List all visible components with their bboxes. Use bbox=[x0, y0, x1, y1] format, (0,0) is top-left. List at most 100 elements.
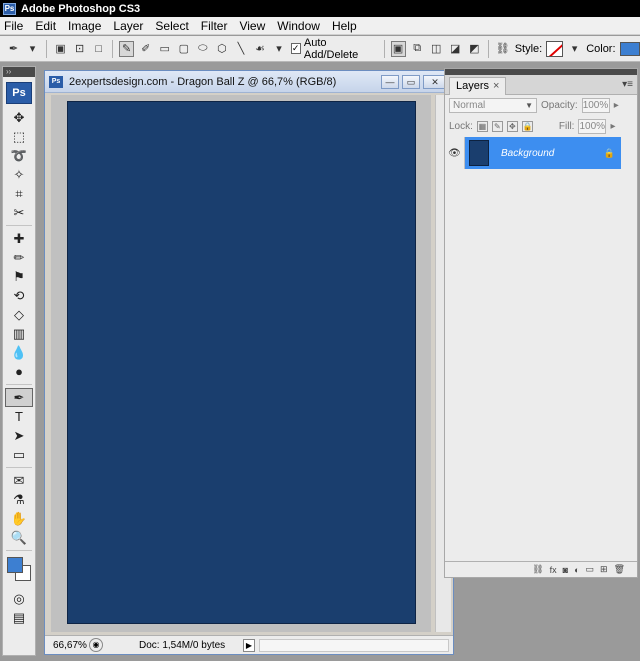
path-new-area-icon[interactable]: ▣ bbox=[390, 40, 406, 57]
chevron-down-icon[interactable]: ▾ bbox=[271, 41, 286, 57]
auto-add-delete-checkbox[interactable]: ✓ bbox=[290, 43, 301, 54]
blur-tool-icon[interactable]: 💧 bbox=[5, 343, 33, 362]
panel-menu-icon[interactable]: ▾≡ bbox=[622, 79, 633, 90]
custom-shape-icon[interactable]: ☙ bbox=[252, 41, 267, 57]
lock-label: Lock: bbox=[449, 121, 473, 132]
type-tool-icon[interactable]: T bbox=[5, 407, 33, 426]
magic-wand-tool-icon[interactable]: ✧ bbox=[5, 165, 33, 184]
blend-row: Normal ▼ Opacity: 100% ▸ bbox=[445, 95, 637, 116]
new-group-icon[interactable]: ▭ bbox=[586, 564, 595, 575]
slice-tool-icon[interactable]: ✂ bbox=[5, 203, 33, 222]
add-mask-icon[interactable]: ◙ bbox=[563, 565, 568, 575]
layer-row-background[interactable]: 👁 Background 🔒 bbox=[445, 137, 621, 169]
menu-file[interactable]: File bbox=[4, 19, 23, 33]
path-subtract-icon[interactable]: ◫ bbox=[429, 41, 444, 57]
path-exclude-icon[interactable]: ◩ bbox=[467, 41, 482, 57]
eraser-tool-icon[interactable]: ◇ bbox=[5, 305, 33, 324]
new-layer-icon[interactable]: ⊞ bbox=[600, 564, 608, 575]
menu-layer[interactable]: Layer bbox=[113, 19, 143, 33]
status-menu-arrow-icon[interactable]: ▶ bbox=[243, 638, 255, 652]
pen-tool-preset-icon[interactable]: ✒ bbox=[6, 41, 21, 57]
hand-tool-icon[interactable]: ✋ bbox=[5, 509, 33, 528]
chevron-right-icon[interactable]: ▸ bbox=[614, 100, 619, 111]
chevron-down-icon: ▼ bbox=[525, 101, 533, 110]
gradient-tool-icon[interactable]: ▥ bbox=[5, 324, 33, 343]
menu-help[interactable]: Help bbox=[332, 19, 357, 33]
notes-tool-icon[interactable]: ✉ bbox=[5, 471, 33, 490]
chevron-right-icon[interactable]: ▸ bbox=[610, 121, 615, 132]
freeform-pen-icon[interactable]: ✐ bbox=[138, 41, 153, 57]
history-brush-tool-icon[interactable]: ⟲ bbox=[5, 286, 33, 305]
ellipse-icon[interactable]: ⬭ bbox=[195, 41, 210, 57]
marquee-tool-icon[interactable]: ⬚ bbox=[5, 127, 33, 146]
color-swatches[interactable] bbox=[5, 555, 33, 585]
path-selection-tool-icon[interactable]: ➤ bbox=[5, 426, 33, 445]
eyedropper-tool-icon[interactable]: ⚗ bbox=[5, 490, 33, 509]
opacity-field[interactable]: 100% bbox=[581, 98, 610, 113]
rectangle-tool-icon[interactable]: ▭ bbox=[5, 445, 33, 464]
separator bbox=[6, 225, 32, 226]
clone-stamp-tool-icon[interactable]: ⚑ bbox=[5, 267, 33, 286]
trash-icon[interactable]: 🗑 bbox=[614, 564, 625, 575]
healing-brush-tool-icon[interactable]: ✚ bbox=[5, 229, 33, 248]
chevron-down-icon[interactable]: ▾ bbox=[25, 41, 40, 57]
style-swatch[interactable] bbox=[546, 40, 564, 57]
lock-image-icon[interactable]: ✎ bbox=[491, 121, 503, 132]
link-layers-icon[interactable]: ⛓ bbox=[532, 564, 543, 575]
brush-tool-icon[interactable]: ✏ bbox=[5, 248, 33, 267]
pen-tool-icon[interactable]: ✒ bbox=[5, 388, 33, 407]
zoom-level[interactable]: 66,67% bbox=[45, 640, 87, 651]
minimize-button[interactable]: — bbox=[381, 75, 399, 89]
fill-field[interactable]: 100% bbox=[578, 119, 607, 134]
shape-layers-icon[interactable]: ▣ bbox=[53, 41, 68, 57]
move-tool-icon[interactable]: ✥ bbox=[5, 108, 33, 127]
line-icon[interactable]: ╲ bbox=[233, 41, 248, 57]
layers-panel-footer: ⛓ fx ◙ ◐ ▭ ⊞ 🗑 bbox=[445, 561, 637, 577]
foreground-color-swatch[interactable] bbox=[7, 557, 23, 573]
status-info-icon[interactable]: ◉ bbox=[89, 638, 103, 652]
layer-name[interactable]: Background bbox=[501, 148, 604, 159]
layer-thumbnail bbox=[469, 140, 489, 166]
pen-tool-icon[interactable]: ✎ bbox=[119, 40, 135, 57]
lock-position-icon[interactable]: ✥ bbox=[506, 121, 518, 132]
path-add-icon[interactable]: ⧉ bbox=[410, 41, 425, 57]
close-tab-icon[interactable]: × bbox=[493, 80, 499, 92]
layer-style-icon[interactable]: fx bbox=[550, 565, 557, 575]
document-title-bar[interactable]: Ps 2expertsdesign.com - Dragon Ball Z @ … bbox=[45, 71, 453, 93]
eye-icon[interactable]: 👁 bbox=[445, 137, 465, 169]
paths-icon[interactable]: ⊡ bbox=[72, 41, 87, 57]
fill-pixels-icon[interactable]: □ bbox=[91, 41, 106, 57]
polygon-icon[interactable]: ⬡ bbox=[214, 41, 229, 57]
menu-select[interactable]: Select bbox=[155, 19, 188, 33]
tab-layers[interactable]: Layers × bbox=[449, 77, 507, 95]
lock-transparency-icon[interactable]: ▦ bbox=[476, 121, 488, 132]
menu-filter[interactable]: Filter bbox=[201, 19, 228, 33]
dodge-tool-icon[interactable]: ● bbox=[5, 362, 33, 381]
blend-mode-dropdown[interactable]: Normal ▼ bbox=[449, 98, 537, 113]
rounded-rectangle-icon[interactable]: ▢ bbox=[176, 41, 191, 57]
toolbox-grip[interactable]: ›› bbox=[3, 67, 35, 77]
menu-image[interactable]: Image bbox=[68, 19, 101, 33]
screen-mode-icon[interactable]: ▤ bbox=[5, 608, 33, 627]
lasso-tool-icon[interactable]: ➰ bbox=[5, 146, 33, 165]
horizontal-scrollbar[interactable] bbox=[259, 638, 449, 652]
zoom-tool-icon[interactable]: 🔍 bbox=[5, 528, 33, 547]
psd-file-icon: Ps bbox=[49, 75, 63, 88]
document-canvas[interactable] bbox=[67, 101, 416, 624]
link-icon[interactable]: ⛓ bbox=[495, 41, 511, 57]
menu-window[interactable]: Window bbox=[277, 19, 320, 33]
adjustment-layer-icon[interactable]: ◐ bbox=[574, 565, 579, 575]
lock-all-icon[interactable]: 🔒 bbox=[521, 121, 533, 132]
photoshop-logo[interactable]: Ps bbox=[6, 82, 32, 104]
menu-edit[interactable]: Edit bbox=[35, 19, 56, 33]
color-swatch[interactable] bbox=[619, 41, 640, 56]
chevron-down-icon[interactable]: ▾ bbox=[567, 41, 582, 57]
quick-mask-icon[interactable]: ◎ bbox=[5, 589, 33, 608]
maximize-button[interactable]: ▭ bbox=[402, 75, 420, 89]
rectangle-icon[interactable]: ▭ bbox=[157, 41, 172, 57]
menu-view[interactable]: View bbox=[239, 19, 265, 33]
options-bar: ✒ ▾ ▣ ⊡ □ ✎ ✐ ▭ ▢ ⬭ ⬡ ╲ ☙ ▾ ✓ Auto Add/D… bbox=[0, 36, 640, 62]
path-intersect-icon[interactable]: ◪ bbox=[448, 41, 463, 57]
auto-add-delete-option[interactable]: ✓ Auto Add/Delete bbox=[290, 37, 378, 61]
crop-tool-icon[interactable]: ⌗ bbox=[5, 184, 33, 203]
